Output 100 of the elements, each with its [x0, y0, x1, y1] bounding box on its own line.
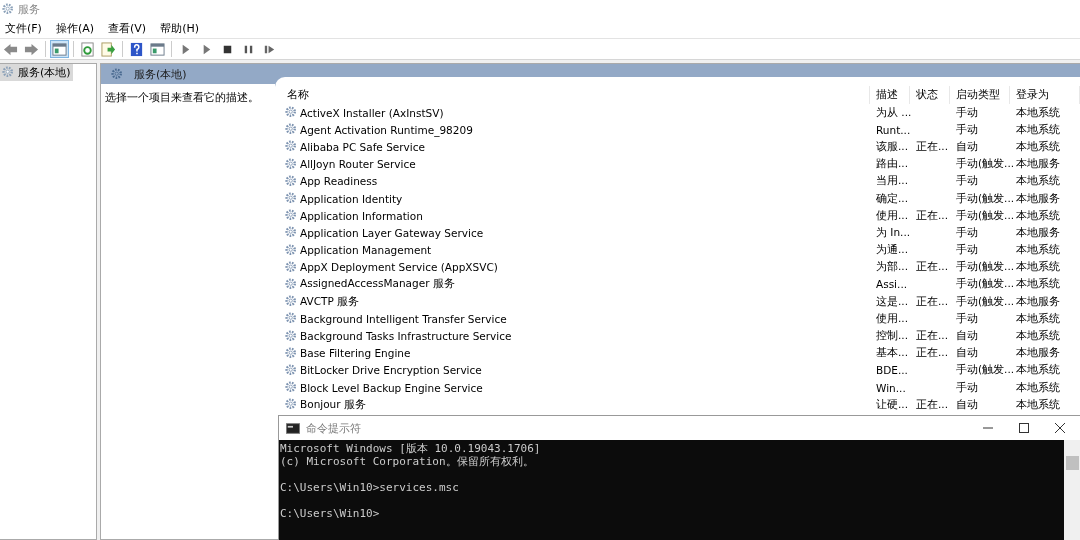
table-cell: 手动 [956, 243, 978, 258]
menu-item[interactable]: 文件(F) [5, 20, 42, 36]
gear-icon [285, 363, 298, 377]
table-cell: 手动 [956, 174, 978, 189]
table-cell: 本地系统 [1016, 122, 1060, 137]
table-cell: 手动(触发... [956, 260, 1015, 275]
service-name: App Readiness [300, 175, 378, 188]
service-row[interactable]: Bonjour 服务 让硬... 正在... 自动 本地系统 [275, 396, 1080, 414]
menu-item[interactable]: 查看(V) [108, 20, 147, 36]
console-line: Microsoft Windows [版本 10.0.19043.1706] [280, 442, 542, 455]
table-cell: 该服... [876, 139, 908, 154]
table-cell: 本地系统 [1016, 243, 1060, 258]
table-cell: 控制... [876, 329, 908, 344]
table-cell: 本地服务 [1016, 191, 1060, 206]
maximize-icon[interactable] [1019, 423, 1029, 433]
gear-icon [285, 329, 298, 343]
table-cell: 当用... [876, 174, 908, 189]
table-cell: 为通... [876, 243, 908, 258]
table-cell: 手动(触发... [956, 191, 1015, 206]
service-row[interactable]: Application Layer Gateway Service 为 In... 手动 本地服务 [275, 224, 1080, 242]
service-row[interactable]: Application Information 使用... 正在... 手动(触发... 本地系统 [275, 207, 1080, 225]
gear-icon [285, 174, 298, 188]
table-cell: 本地服务 [1016, 225, 1060, 240]
service-name: Application Layer Gateway Service [300, 226, 484, 239]
table-cell: 手动(触发... [956, 363, 1015, 378]
service-row[interactable]: Agent Activation Runtime_98209 Runt... 手动 本地系统 [275, 121, 1080, 139]
service-name: Background Intelligent Transfer Service [300, 312, 507, 325]
service-row[interactable]: AVCTP 服务 这是... 正在... 手动(触发... 本地服务 [275, 293, 1080, 311]
table-cell: 基本... [876, 346, 908, 361]
gear-icon [285, 312, 298, 326]
service-row[interactable]: Base Filtering Engine 基本... 正在... 自动 本地服务 [275, 344, 1080, 362]
table-cell: 本地系统 [1016, 311, 1060, 326]
service-row[interactable]: ActiveX Installer (AxInstSV) 为从 ... 手动 本地系统 [275, 104, 1080, 122]
service-row[interactable]: Background Intelligent Transfer Service 使用... 手动 本地系统 [275, 310, 1080, 328]
service-row[interactable]: Alibaba PC Safe Service 该服... 正在... 自动 本地系统 [275, 138, 1080, 156]
service-row[interactable]: App Readiness 当用... 手动 本地系统 [275, 172, 1080, 190]
table-cell: 手动 [956, 380, 978, 395]
service-name: Bonjour 服务 [300, 397, 366, 412]
table-cell: 本地系统 [1016, 174, 1060, 189]
menu-item[interactable]: 帮助(H) [160, 20, 199, 36]
table-cell: 为部... [876, 260, 908, 275]
table-cell: 本地系统 [1016, 363, 1060, 378]
export-button[interactable] [99, 40, 118, 58]
table-cell: 自动 [956, 346, 978, 361]
tree-item[interactable]: 服务(本地) [0, 64, 73, 81]
table-cell: 使用... [876, 208, 908, 223]
console-line: C:\Users\Win10> [280, 507, 381, 520]
service-row[interactable]: Application Management 为通... 手动 本地系统 [275, 241, 1080, 259]
table-cell: 本地系统 [1016, 277, 1060, 292]
gear-icon [285, 295, 298, 309]
table-cell: Win... [876, 381, 906, 394]
table-cell: 自动 [956, 397, 978, 412]
service-name: Agent Activation Runtime_98209 [300, 123, 473, 136]
console-tree-button[interactable] [50, 40, 69, 58]
gear-icon [285, 243, 298, 257]
gear-icon [285, 106, 298, 120]
service-name: Alibaba PC Safe Service [300, 140, 425, 153]
service-row[interactable]: Application Identity 确定... 手动(触发... 本地服务 [275, 189, 1080, 208]
service-name: Background Tasks Infrastructure Service [300, 330, 512, 343]
gear-icon [285, 398, 298, 412]
service-name: AppX Deployment Service (AppXSVC) [300, 261, 498, 274]
gear-icon [285, 123, 298, 137]
table-cell: 本地服务 [1016, 157, 1060, 172]
table-cell: 手动(触发... [956, 294, 1015, 309]
gear-icon [285, 157, 298, 171]
column-header[interactable]: 启动类型 [950, 86, 1010, 104]
column-header[interactable]: 描述 [870, 86, 910, 104]
menu-item[interactable]: 操作(A) [55, 20, 95, 36]
table-cell: 为从 ... [876, 105, 912, 120]
gear-icon [2, 66, 15, 79]
service-row[interactable]: Background Tasks Infrastructure Service 控制... 正在... 自动 本地系统 [275, 327, 1080, 345]
service-row[interactable]: Block Level Backup Engine Service Win... 手动 本地系统 [275, 379, 1080, 397]
service-row[interactable]: AllJoyn Router Service 路由... 手动(触发... 本地服务 [275, 155, 1080, 173]
column-header[interactable]: 名称 [275, 86, 870, 104]
service-name: AVCTP 服务 [300, 294, 360, 309]
table-cell: 本地服务 [1016, 294, 1060, 309]
console-line: (c) Microsoft Corporation。保留所有权利。 [280, 455, 535, 468]
column-header[interactable]: 登录为 [1010, 86, 1080, 104]
service-row[interactable]: AppX Deployment Service (AppXSVC) 为部... 正在... 手动(触发... 本地系统 [275, 258, 1080, 276]
refresh-button[interactable] [78, 40, 97, 58]
column-header[interactable]: 状态 [910, 86, 950, 104]
table-cell: 手动(触发... [956, 157, 1015, 172]
table-cell: 本地系统 [1016, 208, 1060, 223]
service-name: Block Level Backup Engine Service [300, 381, 483, 394]
properties-button[interactable] [148, 40, 167, 58]
service-name: AllJoyn Router Service [300, 158, 416, 171]
scrollbar[interactable] [1064, 440, 1080, 540]
table-cell: 自动 [956, 329, 978, 344]
tree-label: 服务(本地) [18, 65, 71, 80]
gear-icon [285, 346, 298, 360]
gear-icon [111, 67, 124, 81]
close-icon[interactable] [1055, 423, 1065, 433]
table-cell: 本地服务 [1016, 346, 1060, 361]
pane-title: 服务(本地) [134, 66, 187, 82]
gear-icon [285, 140, 298, 154]
console-line: C:\Users\Win10>services.msc [280, 481, 460, 494]
table-cell: 正在... [916, 346, 948, 361]
service-row[interactable]: AssignedAccessManager 服务 Assi... 手动(触发... 本地系统 [275, 275, 1080, 294]
console-icon [286, 422, 300, 434]
service-row[interactable]: BitLocker Drive Encryption Service BDE... 手动(触发... 本地系统 [275, 361, 1080, 379]
